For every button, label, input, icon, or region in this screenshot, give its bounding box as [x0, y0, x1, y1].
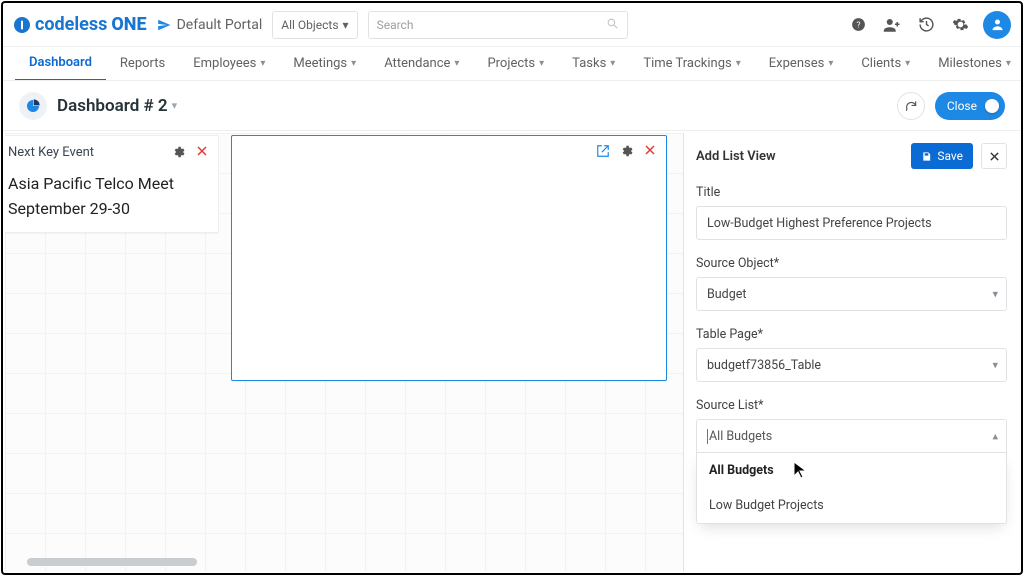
toggle-thumb: [985, 99, 999, 113]
portal-label: Default Portal: [177, 17, 263, 33]
chevron-down-icon[interactable]: ▾: [172, 99, 178, 112]
dashboard-title: Dashboard # 2: [57, 96, 168, 116]
add-user-icon[interactable]: [881, 14, 903, 36]
open-external-icon[interactable]: [596, 144, 610, 158]
panel-title: Add List View: [696, 149, 776, 164]
source-object-value: Budget: [707, 287, 746, 302]
portal-switcher[interactable]: Default Portal: [157, 17, 263, 33]
title-value: Low-Budget Highest Preference Projects: [707, 216, 932, 231]
tab-clients[interactable]: Clients ▾: [847, 47, 924, 81]
close-label: Close: [947, 99, 977, 113]
object-scope-label: All Objects: [281, 18, 338, 32]
gear-icon[interactable]: [620, 144, 634, 158]
widget-body: Asia Pacific Telco Meet September 29-30: [5, 168, 218, 232]
gear-icon[interactable]: [949, 14, 971, 36]
save-label: Save: [937, 149, 963, 163]
tab-attendance[interactable]: Attendance ▾: [370, 47, 473, 81]
svg-text:?: ?: [856, 20, 860, 30]
tab-label: Attendance: [384, 56, 450, 71]
tab-label: Tasks: [572, 56, 606, 71]
chevron-down-icon: ▾: [610, 58, 615, 69]
side-panel-add-list-view: Add List View Save Title Low-Budget High…: [683, 133, 1019, 571]
source-list-value: All Budgets: [707, 429, 772, 444]
table-page-select[interactable]: budgetf73856_Table ▾: [696, 348, 1007, 382]
chevron-down-icon: ▾: [260, 58, 265, 69]
search-icon: [606, 17, 619, 33]
tab-expenses[interactable]: Expenses▾: [755, 47, 848, 81]
dashboard-chip-icon: [19, 92, 47, 120]
tab-label: Expenses: [769, 56, 825, 71]
avatar[interactable]: [983, 11, 1011, 39]
tab-label: Meetings: [293, 56, 347, 71]
tab-reports[interactable]: Reports: [106, 47, 179, 81]
source-list-dropdown: All BudgetsLow Budget Projects: [696, 453, 1007, 524]
tab-time-trackings[interactable]: Time Trackings ▾: [629, 47, 754, 81]
tab-meetings[interactable]: Meetings ▾: [279, 47, 370, 81]
search-placeholder: Search: [377, 18, 414, 32]
brand-a: codeless: [35, 14, 107, 35]
tab-label: Projects: [487, 56, 535, 71]
chevron-down-icon: ▾: [343, 18, 349, 32]
label-source-list: Source List*: [696, 398, 1007, 413]
chevron-down-icon: ▾: [454, 58, 459, 69]
tab-label: Dashboard: [29, 55, 92, 70]
dashboard-header: Dashboard # 2 ▾ Close: [3, 81, 1021, 131]
brand-b: ONE: [111, 14, 146, 35]
source-object-select[interactable]: Budget ▾: [696, 277, 1007, 311]
tab-dashboard[interactable]: Dashboard: [15, 47, 106, 81]
tab-tasks[interactable]: Tasks ▾: [558, 47, 629, 81]
tab-label: Employees: [193, 56, 256, 71]
close-icon: [989, 151, 1000, 162]
chevron-down-icon: ▾: [351, 58, 356, 69]
mouse-cursor: [793, 461, 809, 477]
close-edit-toggle[interactable]: Close: [935, 92, 1005, 120]
save-button[interactable]: Save: [911, 143, 973, 169]
widget-new-listview[interactable]: [231, 135, 667, 381]
save-icon: [921, 151, 932, 162]
chevron-down-icon: ▾: [905, 58, 910, 69]
widget-next-key-event[interactable]: Next Key Event Asia Pacific Telco Meet S…: [5, 135, 219, 233]
logo-icon: [13, 16, 31, 34]
chevron-down-icon: ▾: [736, 58, 741, 69]
app-logo: codelessONE: [13, 14, 147, 35]
tab-employees[interactable]: Employees ▾: [179, 47, 279, 81]
source-list-option[interactable]: Low Budget Projects: [697, 488, 1006, 523]
top-utilities: ?: [847, 11, 1011, 39]
send-icon: [157, 18, 171, 32]
remove-widget-icon[interactable]: [644, 144, 656, 158]
main-tabs: DashboardReportsEmployees▾Meetings▾Atten…: [3, 47, 1021, 81]
tab-label: Reports: [120, 56, 165, 71]
gear-icon[interactable]: [172, 145, 186, 159]
chevron-down-icon: ▾: [1006, 58, 1011, 69]
horizontal-scrollbar[interactable]: [27, 558, 197, 566]
chevron-up-icon: ▴: [992, 430, 998, 443]
remove-widget-icon[interactable]: [196, 145, 208, 159]
tab-label: Milestones: [938, 56, 1002, 71]
chevron-down-icon: ▾: [992, 288, 998, 301]
chevron-down-icon: ▾: [828, 58, 833, 69]
chevron-down-icon: ▾: [992, 359, 998, 372]
topbar: codelessONE Default Portal All Objects ▾…: [3, 3, 1021, 47]
tab-label: Clients: [861, 56, 901, 71]
tab-label: Time Trackings: [643, 56, 731, 71]
panel-close-button[interactable]: [981, 143, 1007, 169]
source-list-select[interactable]: All Budgets ▴: [696, 419, 1007, 453]
tab-milestones[interactable]: Milestones ▾: [924, 47, 1021, 81]
source-list-combo: All Budgets ▴ All BudgetsLow Budget Proj…: [696, 419, 1007, 524]
object-scope-select[interactable]: All Objects ▾: [272, 11, 357, 39]
label-source-object: Source Object*: [696, 256, 1007, 271]
tab-projects[interactable]: Projects ▾: [473, 47, 558, 81]
source-list-option[interactable]: All Budgets: [697, 453, 1006, 488]
label-title: Title: [696, 185, 1007, 200]
chevron-down-icon: ▾: [539, 58, 544, 69]
widget-title: Next Key Event: [8, 145, 94, 160]
global-search[interactable]: Search: [368, 11, 628, 39]
label-table-page: Table Page*: [696, 327, 1007, 342]
history-icon[interactable]: [915, 14, 937, 36]
help-icon[interactable]: ?: [847, 14, 869, 36]
table-page-value: budgetf73856_Table: [707, 358, 821, 373]
title-input[interactable]: Low-Budget Highest Preference Projects: [696, 206, 1007, 240]
refresh-button[interactable]: [897, 92, 925, 120]
